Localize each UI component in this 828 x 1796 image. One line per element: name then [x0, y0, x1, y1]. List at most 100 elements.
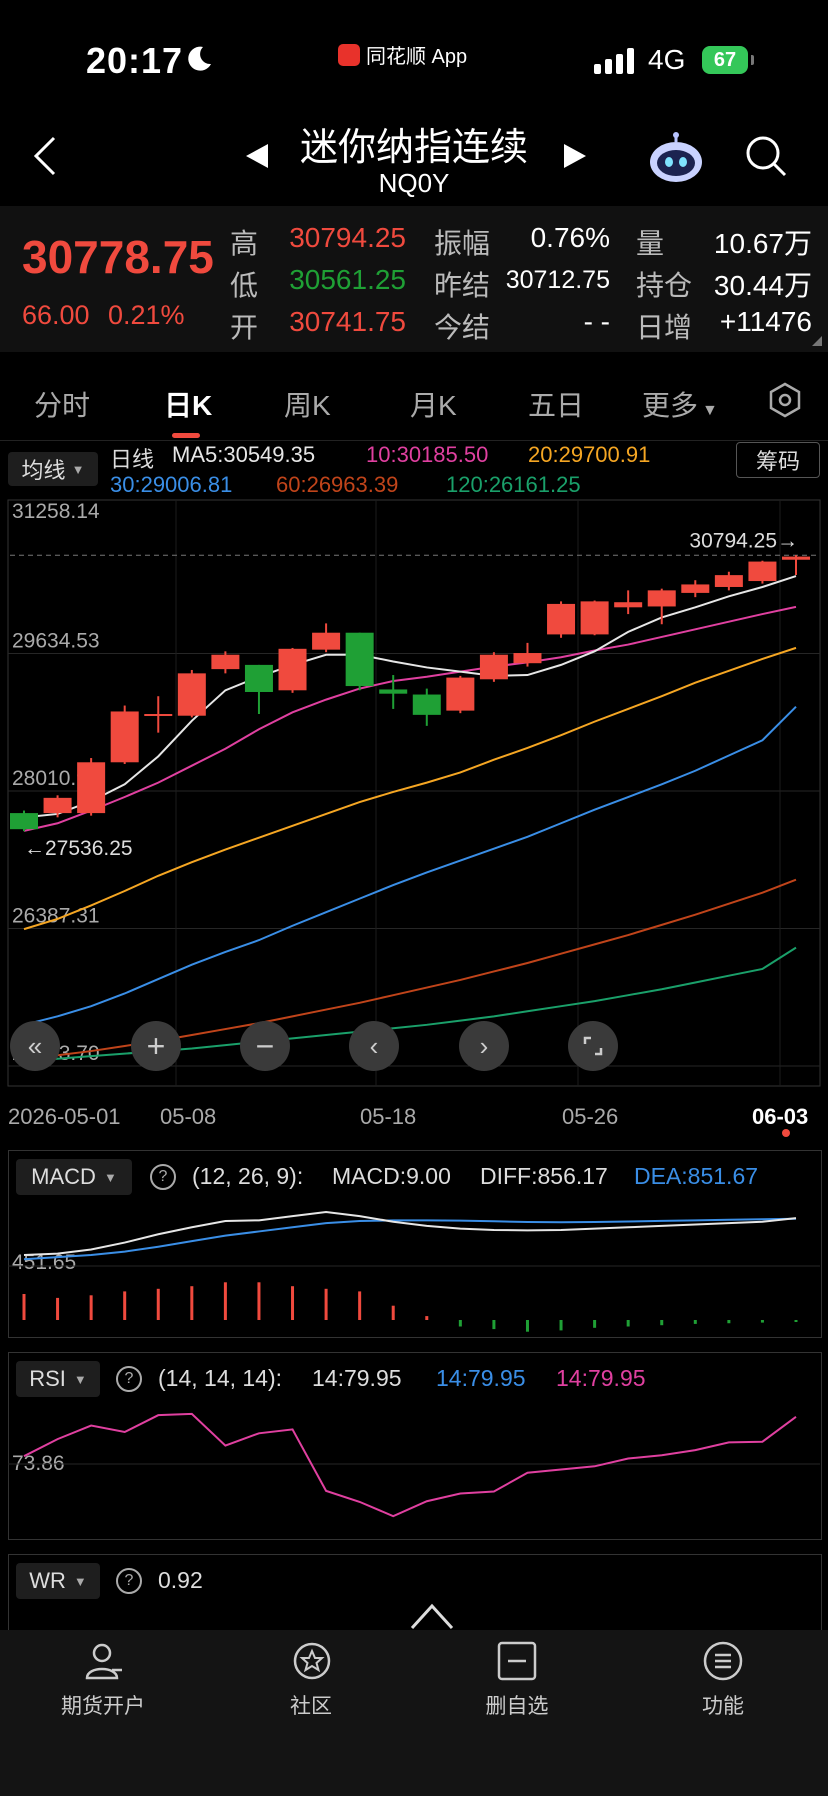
rsi-chart [8, 1412, 820, 1518]
community-icon [293, 1642, 331, 1680]
plus-icon: + [146, 1028, 166, 1064]
kline-chart[interactable]: 31258.1429634.5328010.9226387.3124763.70… [0, 498, 828, 1088]
candle-body [647, 590, 676, 607]
ma20-label: 20:29700.91 [528, 442, 651, 467]
candle-body [547, 603, 576, 635]
help-icon[interactable]: ? [150, 1164, 176, 1190]
high-value: 30794.25 [289, 222, 406, 253]
candle-body [177, 673, 206, 716]
date-tick: 05-18 [360, 1104, 417, 1129]
tab-intraday[interactable]: 分时 [34, 384, 90, 424]
macd-histogram-bar [123, 1291, 127, 1320]
candle-body [748, 561, 777, 582]
date-tick: 2026-05-01 [8, 1104, 121, 1129]
high-marker: 30794.25→ [689, 529, 798, 552]
assistant-robot-icon[interactable] [648, 132, 704, 184]
macd-histogram-bar [156, 1288, 160, 1320]
rsi-3: 14:79.95 [556, 1365, 646, 1391]
caret-down-icon: ▼ [73, 1371, 87, 1387]
candle-body [278, 648, 307, 691]
last-price: 30778.75 [22, 231, 214, 283]
macd-histogram-bar [626, 1320, 630, 1327]
account-open-icon [85, 1643, 122, 1680]
candle-body [110, 711, 139, 763]
period-label: 日线 [110, 447, 155, 472]
next-contract-icon[interactable] [562, 142, 588, 170]
ma5-line [23, 575, 797, 819]
date-tick: 05-26 [562, 1104, 619, 1129]
ma20-line [23, 646, 797, 931]
macd-dea: DEA:851.67 [634, 1163, 759, 1189]
tab-weekly-k[interactable]: 周K [284, 384, 331, 424]
macd-histogram-bar [89, 1295, 93, 1320]
tab-monthly-k[interactable]: 月K [410, 384, 457, 424]
candle-body [211, 654, 240, 670]
tab-more[interactable]: 更多 ▼ [642, 384, 718, 424]
candle-body [244, 664, 273, 692]
chevron-up-icon[interactable] [408, 1600, 456, 1630]
candle-body [345, 632, 374, 687]
nav-account-open[interactable]: 期货开户 [23, 1690, 183, 1720]
fullscreen-icon [583, 1036, 603, 1056]
wr-value: 0.92 [158, 1567, 203, 1593]
ma120-label: 120:26161.25 [446, 472, 581, 497]
y-tick-label: 31258.14 [12, 500, 100, 523]
macd-histogram-bar [794, 1320, 798, 1322]
daily-change-value: +11476 [719, 306, 812, 337]
fullscreen-button[interactable] [568, 1021, 618, 1071]
zoom-in-button[interactable]: + [131, 1021, 181, 1071]
prev-settle-value: 30712.75 [505, 266, 610, 294]
candle-body [312, 632, 341, 650]
prev-settle-label: 昨结 [434, 270, 491, 301]
macd-histogram-bar [559, 1320, 563, 1331]
help-icon[interactable]: ? [116, 1366, 142, 1392]
settings-hex-icon[interactable] [766, 381, 804, 419]
candle-body [144, 714, 173, 717]
expand-corner-icon[interactable] [812, 336, 822, 346]
rsi-params: (14, 14, 14): [158, 1365, 283, 1391]
app-badge[interactable]: 同花顺 App [338, 40, 467, 69]
search-icon[interactable] [744, 134, 788, 178]
candle-body [714, 575, 743, 587]
rsi-1: 14:79.95 [312, 1365, 402, 1391]
candle-body [614, 602, 643, 608]
help-icon[interactable]: ? [116, 1568, 142, 1594]
candle-body [412, 694, 441, 715]
zoom-out-button[interactable]: − [240, 1021, 290, 1071]
battery-indicator: 67 [702, 46, 754, 74]
caret-down-icon: ▼ [702, 402, 718, 419]
chip-distribution-button[interactable]: 筹码 [736, 442, 820, 478]
ma30-label: 30:29006.81 [110, 472, 233, 497]
macd-histogram-bar [223, 1282, 227, 1320]
candle-body [513, 653, 542, 664]
nav-community[interactable]: 社区 [231, 1690, 391, 1720]
amplitude-label: 振幅 [434, 228, 491, 259]
macd-histogram-bar [693, 1320, 697, 1324]
macd-histogram-bar [190, 1286, 194, 1320]
caret-down-icon: ▼ [73, 1573, 87, 1589]
candle-body [10, 813, 38, 830]
wr-selector-label: WR [29, 1568, 66, 1593]
candle-body [77, 762, 106, 814]
macd-histogram-bar [257, 1282, 261, 1320]
tab-daily-k[interactable]: 日K [164, 384, 212, 424]
scroll-left-button[interactable]: ‹ [349, 1021, 399, 1071]
low-marker: ←27536.25 [24, 837, 133, 860]
menu-icon [703, 1641, 743, 1681]
wr-selector[interactable]: WR ▼ [16, 1563, 100, 1599]
double-chevron-left-icon: « [27, 1030, 43, 1061]
chevron-right-icon: › [479, 1030, 489, 1061]
ma-selector[interactable]: 均线 ▼ [8, 452, 98, 486]
macd-diff: DIFF:856.17 [480, 1163, 608, 1189]
nav-remove-watchlist[interactable]: 删自选 [437, 1690, 597, 1720]
price-change: 66.00 [22, 300, 90, 330]
app-logo-icon [338, 43, 360, 66]
macd-histogram-bar [291, 1286, 295, 1320]
nav-functions[interactable]: 功能 [643, 1690, 803, 1720]
scroll-right-button[interactable]: › [459, 1021, 509, 1071]
chevron-left-icon: ‹ [369, 1030, 379, 1061]
tab-five-day[interactable]: 五日 [528, 384, 584, 424]
scroll-to-start-button[interactable]: « [10, 1021, 60, 1071]
macd-params: (12, 26, 9): [192, 1163, 304, 1189]
open-label: 开 [230, 312, 259, 343]
